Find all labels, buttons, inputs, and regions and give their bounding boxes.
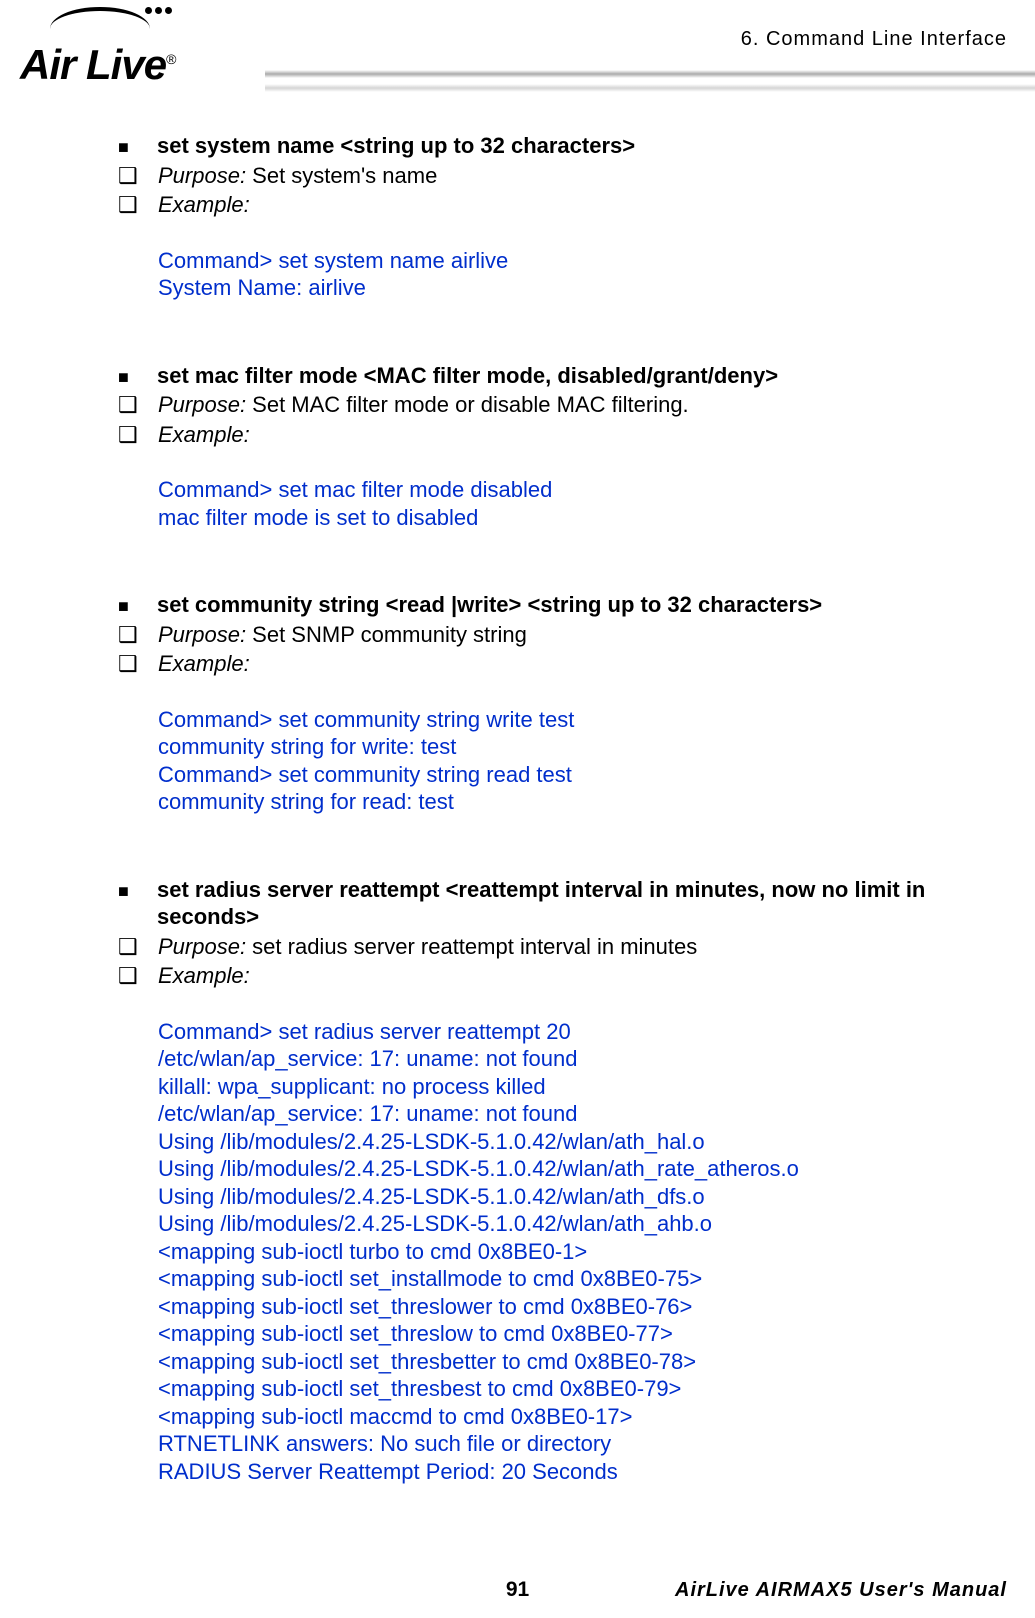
divider-icon xyxy=(265,70,1035,78)
purpose-line: Purpose: Set MAC filter mode or disable … xyxy=(158,391,1015,419)
purpose-line: Purpose: Set SNMP community string xyxy=(158,621,1015,649)
bullet-hollow-icon: ❑ xyxy=(118,962,140,990)
example-output: Command> set mac filter mode disabled ma… xyxy=(158,476,1015,531)
output-line: Command> set radius server reattempt 20 xyxy=(158,1018,1015,1046)
output-line: Command> set mac filter mode disabled xyxy=(158,476,1015,504)
bullet-hollow-icon: ❑ xyxy=(118,650,140,678)
chapter-header: 6. Command Line Interface xyxy=(741,28,1007,51)
cli-section: ■ set radius server reattempt <reattempt… xyxy=(118,876,1015,1486)
bullet-hollow-icon: ❑ xyxy=(118,421,140,449)
output-line: <mapping sub-ioctl set_thresbetter to cm… xyxy=(158,1348,1015,1376)
output-line: <mapping sub-ioctl set_installmode to cm… xyxy=(158,1265,1015,1293)
cli-section: ■ set mac filter mode <MAC filter mode, … xyxy=(118,362,1015,532)
logo-dots-icon xyxy=(145,7,172,14)
output-line: killall: wpa_supplicant: no process kill… xyxy=(158,1073,1015,1101)
command-title: set mac filter mode <MAC filter mode, di… xyxy=(157,362,1015,390)
command-title: set system name <string up to 32 charact… xyxy=(157,132,1015,160)
logo-text: Air Live® xyxy=(20,41,175,89)
bullet-solid-icon: ■ xyxy=(118,591,140,618)
output-line: Command> set system name airlive xyxy=(158,247,1015,275)
bullet-hollow-icon: ❑ xyxy=(118,621,140,649)
output-line: Using /lib/modules/2.4.25-LSDK-5.1.0.42/… xyxy=(158,1210,1015,1238)
output-line: RTNETLINK answers: No such file or direc… xyxy=(158,1430,1015,1458)
page-body: ■ set system name <string up to 32 chara… xyxy=(118,130,1015,1485)
example-output: Command> set radius server reattempt 20 … xyxy=(158,1018,1015,1486)
output-line: Command> set community string write test xyxy=(158,706,1015,734)
page-number: 91 xyxy=(506,1578,529,1602)
bullet-solid-icon: ■ xyxy=(118,132,140,159)
bullet-hollow-icon: ❑ xyxy=(118,391,140,419)
output-line: /etc/wlan/ap_service: 17: uname: not fou… xyxy=(158,1045,1015,1073)
purpose-line: Purpose: set radius server reattempt int… xyxy=(158,933,1015,961)
example-output: Command> set system name airlive System … xyxy=(158,247,1015,302)
cli-section: ■ set community string <read |write> <st… xyxy=(118,591,1015,816)
command-title: set radius server reattempt <reattempt i… xyxy=(157,876,1015,931)
output-line: community string for read: test xyxy=(158,788,1015,816)
bullet-hollow-icon: ❑ xyxy=(118,933,140,961)
output-line: <mapping sub-ioctl set_thresbest to cmd … xyxy=(158,1375,1015,1403)
bullet-hollow-icon: ❑ xyxy=(118,162,140,190)
output-line: Using /lib/modules/2.4.25-LSDK-5.1.0.42/… xyxy=(158,1128,1015,1156)
footer-manual-title: AirLive AIRMAX5 User's Manual xyxy=(675,1579,1007,1602)
bullet-solid-icon: ■ xyxy=(118,876,140,903)
output-line: mac filter mode is set to disabled xyxy=(158,504,1015,532)
purpose-line: Purpose: Set system's name xyxy=(158,162,1015,190)
divider-icon xyxy=(265,84,1035,92)
bullet-hollow-icon: ❑ xyxy=(118,191,140,219)
output-line: Using /lib/modules/2.4.25-LSDK-5.1.0.42/… xyxy=(158,1155,1015,1183)
output-line: RADIUS Server Reattempt Period: 20 Secon… xyxy=(158,1458,1015,1486)
output-line: <mapping sub-ioctl turbo to cmd 0x8BE0-1… xyxy=(158,1238,1015,1266)
bullet-solid-icon: ■ xyxy=(118,362,140,389)
output-line: community string for write: test xyxy=(158,733,1015,761)
cli-section: ■ set system name <string up to 32 chara… xyxy=(118,132,1015,302)
output-line: System Name: airlive xyxy=(158,274,1015,302)
output-line: Using /lib/modules/2.4.25-LSDK-5.1.0.42/… xyxy=(158,1183,1015,1211)
output-line: <mapping sub-ioctl set_threslow to cmd 0… xyxy=(158,1320,1015,1348)
command-title: set community string <read |write> <stri… xyxy=(157,591,1015,619)
example-label: Example: xyxy=(158,421,1015,449)
output-line: <mapping sub-ioctl maccmd to cmd 0x8BE0-… xyxy=(158,1403,1015,1431)
output-line: /etc/wlan/ap_service: 17: uname: not fou… xyxy=(158,1100,1015,1128)
example-label: Example: xyxy=(158,191,1015,219)
brand-logo: Air Live® xyxy=(10,5,270,95)
output-line: Command> set community string read test xyxy=(158,761,1015,789)
example-label: Example: xyxy=(158,962,1015,990)
example-output: Command> set community string write test… xyxy=(158,706,1015,816)
output-line: <mapping sub-ioctl set_threslower to cmd… xyxy=(158,1293,1015,1321)
example-label: Example: xyxy=(158,650,1015,678)
